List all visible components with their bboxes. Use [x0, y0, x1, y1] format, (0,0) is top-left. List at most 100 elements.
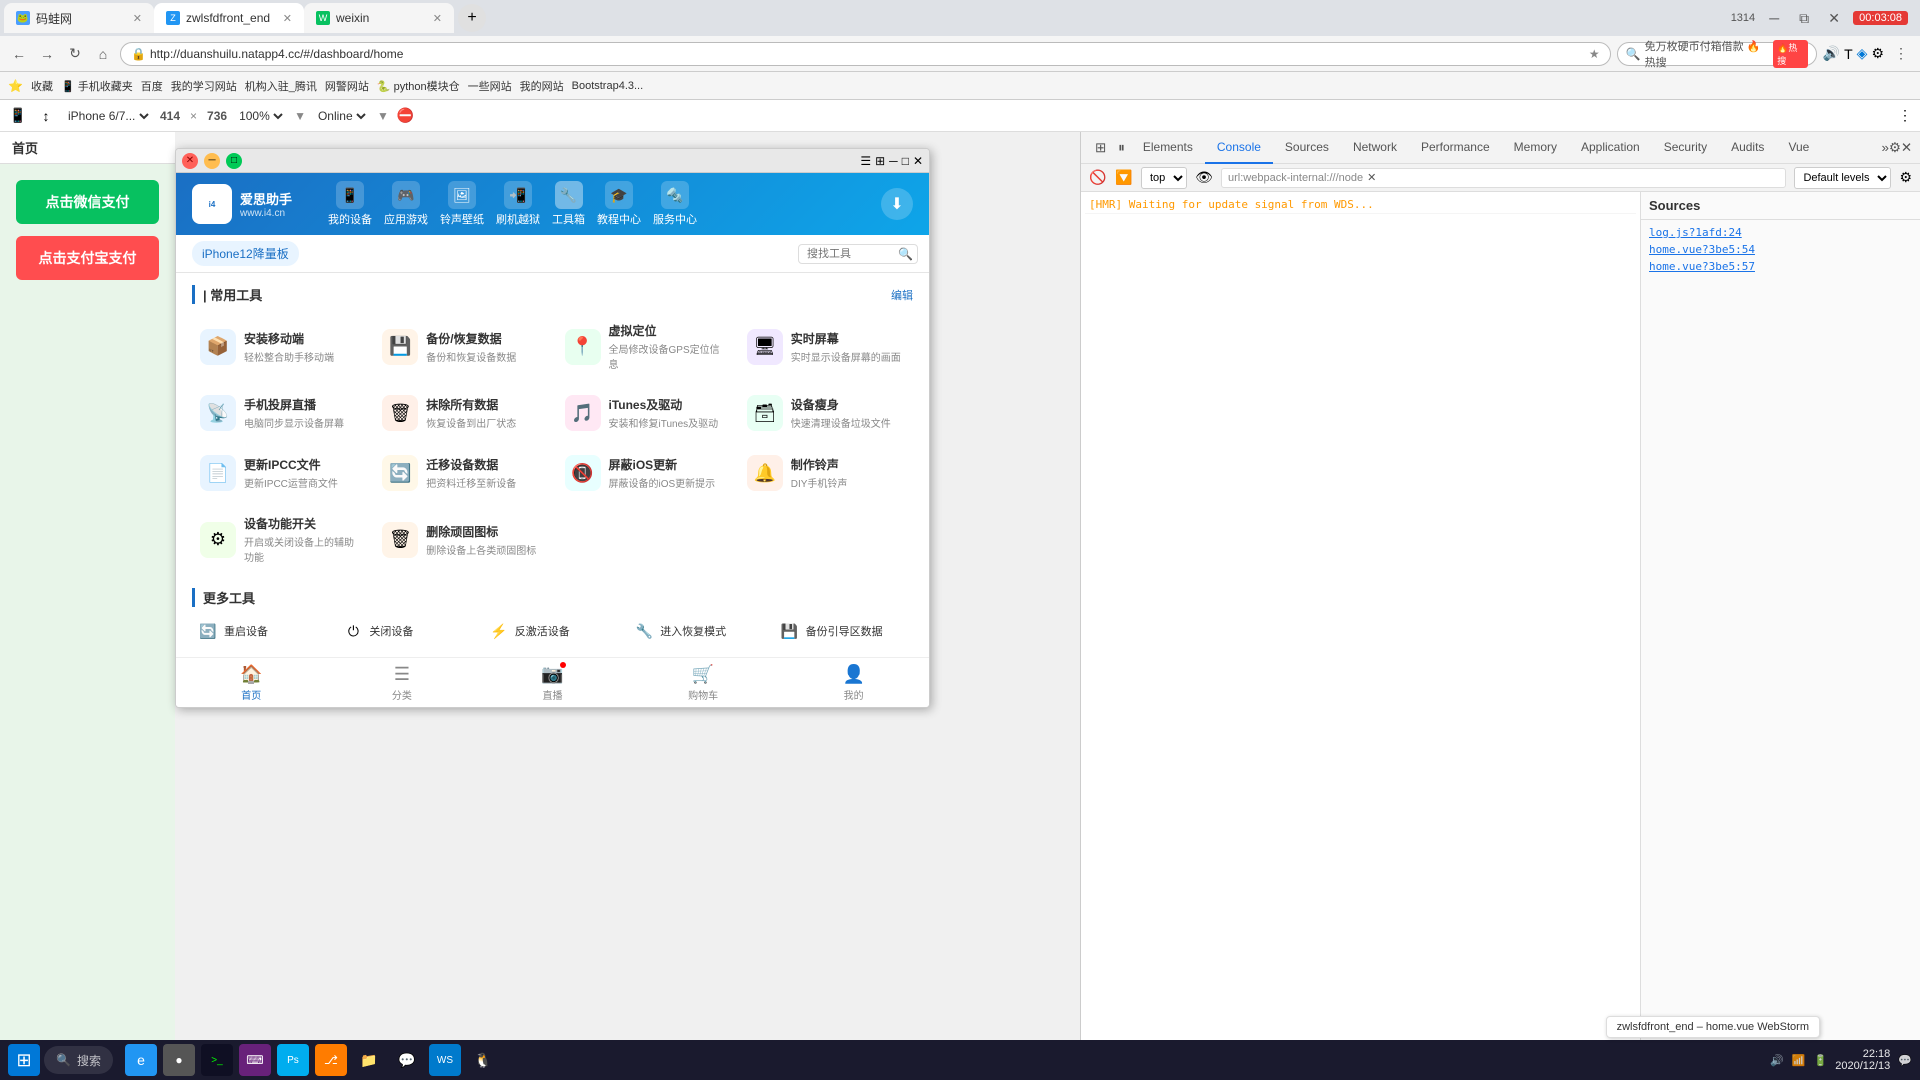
taskbar-clock[interactable]: 22:18 2020/12/13	[1835, 1048, 1890, 1072]
ext-icon-4[interactable]: ⚙	[1871, 45, 1884, 62]
levels-selector[interactable]: Default levels	[1794, 167, 1891, 189]
ext-icon-1[interactable]: 🔊	[1823, 45, 1840, 62]
bottom-nav-category[interactable]: ☰ 分类	[327, 664, 478, 702]
refresh-button[interactable]: ↻	[64, 43, 86, 65]
more-tool-backup-boot[interactable]: 💾 备份引导区数据	[774, 617, 913, 645]
subnav-device-tab[interactable]: iPhone12降量板	[192, 241, 299, 266]
taskbar-app-chrome[interactable]: ●	[163, 1044, 195, 1076]
taskbar-volume-icon[interactable]: 🔊	[1770, 1054, 1784, 1067]
devtools-pause-button[interactable]: ⏸	[1112, 140, 1131, 156]
tool-backup[interactable]: 💾 备份/恢复数据 备份和恢复设备数据	[374, 314, 548, 379]
tool-itunes[interactable]: 🎵 iTunes及驱动 安装和修复iTunes及驱动	[557, 387, 731, 439]
nav-tutorials[interactable]: 🎓 教程中心	[597, 181, 641, 227]
clear-filter-icon[interactable]: ✕	[1367, 171, 1376, 184]
taskbar-app-webstorm[interactable]: WS	[429, 1044, 461, 1076]
bookmark-sites[interactable]: 一些网站	[468, 78, 512, 94]
more-tool-deactivate[interactable]: ⚡ 反激活设备	[483, 617, 622, 645]
forward-button[interactable]: →	[36, 43, 58, 65]
app-minimize-button[interactable]: ─	[204, 153, 220, 169]
bookmark-organ[interactable]: 机构入驻_腾讯	[245, 78, 317, 94]
devtools-tab-performance[interactable]: Performance	[1409, 132, 1502, 164]
taskbar-network-icon[interactable]: 📶	[1792, 1054, 1806, 1067]
devtools-close[interactable]: ✕	[1901, 140, 1912, 156]
devtools-more-tabs[interactable]: »	[1881, 140, 1888, 155]
app-restore-icon[interactable]: □	[902, 154, 909, 168]
nav-service[interactable]: 🔩 服务中心	[653, 181, 697, 227]
tool-del-icons[interactable]: 🗑 删除顽固图标 删除设备上各类顽固图标	[374, 507, 548, 572]
taskbar-search[interactable]: 🔍 搜索	[44, 1046, 113, 1074]
source-link-1[interactable]: home.vue?3be5:54	[1645, 241, 1916, 258]
bookmark-mysite[interactable]: 我的网站	[520, 78, 564, 94]
app-maximize-button[interactable]: □	[226, 153, 242, 169]
more-tool-recovery[interactable]: 🔧 进入恢复模式	[628, 617, 767, 645]
devtools-tab-application[interactable]: Application	[1569, 132, 1652, 164]
taskbar-app-ps[interactable]: Ps	[277, 1044, 309, 1076]
devtools-dock-side[interactable]: ⚙	[1889, 140, 1901, 156]
devtools-tab-audits[interactable]: Audits	[1719, 132, 1776, 164]
tool-ringtone[interactable]: 🔔 制作铃声 DIY手机铃声	[739, 447, 913, 499]
console-filter-button[interactable]: 🔽	[1115, 169, 1133, 187]
bookmark-baidu[interactable]: 百度	[141, 78, 163, 94]
bookmark-study[interactable]: 我的学习网站	[171, 78, 237, 94]
app-minimize-icon[interactable]: ─	[889, 154, 898, 168]
tool-ipcc[interactable]: 📄 更新IPCC文件 更新IPCC运营商文件	[192, 447, 366, 499]
taskbar-app-wechat[interactable]: 💬	[391, 1044, 423, 1076]
devtools-tab-network[interactable]: Network	[1341, 132, 1409, 164]
tool-cast[interactable]: 📡 手机投屏直播 电脑同步显示设备屏幕	[192, 387, 366, 439]
device-rotate[interactable]: ↕	[36, 106, 56, 126]
wechat-pay-button[interactable]: 点击微信支付	[16, 180, 159, 224]
zoom-selector[interactable]: 100%	[235, 108, 286, 124]
app-view-grid-icon[interactable]: ⊞	[875, 154, 885, 168]
tab-close-weixin[interactable]: ✕	[433, 12, 442, 25]
address-star[interactable]: ★	[1589, 47, 1600, 61]
bottom-nav-live[interactable]: 📷 直播	[477, 664, 628, 702]
nav-toolbox[interactable]: 🔧 工具箱	[552, 181, 585, 227]
home-button[interactable]: ⌂	[92, 43, 114, 65]
ext-icon-2[interactable]: T	[1844, 46, 1853, 62]
context-selector[interactable]: top	[1141, 167, 1187, 189]
tab-close-codewa[interactable]: ✕	[133, 12, 142, 25]
tool-screen[interactable]: 🖥 实时屏幕 实时显示设备屏幕的画面	[739, 314, 913, 379]
search-bar[interactable]: 🔍 免万枚硬币付箱借款 🔥热搜 🔥热搜	[1617, 42, 1817, 66]
devtools-settings-icon[interactable]: ⚙	[1899, 169, 1912, 186]
nav-jailbreak[interactable]: 📲 刷机越狱	[496, 181, 540, 227]
taskbar-battery-icon[interactable]: 🔋	[1814, 1054, 1828, 1067]
taskbar-app-git[interactable]: ⎇	[315, 1044, 347, 1076]
eye-icon[interactable]: 👁	[1195, 169, 1213, 187]
devtools-left-toggle[interactable]: ⊞	[1089, 140, 1112, 156]
tool-erase[interactable]: 🗑 抹除所有数据 恢复设备到出厂状态	[374, 387, 548, 439]
tool-migrate[interactable]: 🔄 迁移设备数据 把资料迁移至新设备	[374, 447, 548, 499]
bottom-nav-cart[interactable]: 🛒 购物车	[628, 664, 779, 702]
nav-apps[interactable]: 🎮 应用游戏	[384, 181, 428, 227]
app-view-list-icon[interactable]: ☰	[860, 154, 871, 168]
window-close[interactable]: ✕	[1823, 7, 1845, 29]
tool-features[interactable]: ⚙ 设备功能开关 开启或关闭设备上的辅助功能	[192, 507, 366, 572]
more-tool-reboot[interactable]: 🔄 重启设备	[192, 617, 331, 645]
taskbar-app-qq[interactable]: 🐧	[467, 1044, 499, 1076]
tool-install-mobile[interactable]: 📦 安装移动端 轻松整合助手移动端	[192, 314, 366, 379]
no-throttle-button[interactable]: ⛔	[397, 107, 414, 124]
taskbar-app-ie[interactable]: e	[125, 1044, 157, 1076]
download-button[interactable]: ⬇	[881, 188, 913, 220]
taskbar-app-file[interactable]: 📁	[353, 1044, 385, 1076]
taskbar-notification-icon[interactable]: 💬	[1898, 1054, 1912, 1067]
bookmark-collect[interactable]: 收藏	[31, 78, 53, 94]
edit-common-tools[interactable]: 编辑	[891, 287, 913, 303]
source-link-0[interactable]: log.js?1afd:24	[1645, 224, 1916, 241]
address-bar[interactable]: 🔒 http://duanshuilu.natapp4.cc/#/dashboa…	[120, 42, 1611, 66]
devtools-tab-memory[interactable]: Memory	[1502, 132, 1569, 164]
devtools-tab-console[interactable]: Console	[1205, 132, 1273, 164]
nav-my-device[interactable]: 📱 我的设备	[328, 181, 372, 227]
taskbar-app-vs[interactable]: ⌨	[239, 1044, 271, 1076]
network-selector[interactable]: Online	[314, 108, 369, 124]
tab-close-zwls[interactable]: ✕	[283, 12, 292, 25]
bookmark-python[interactable]: 🐍 python模块仓	[377, 78, 460, 94]
bookmark-bootstrap[interactable]: Bootstrap4.3...	[572, 80, 644, 92]
taskbar-app-1[interactable]: >_	[201, 1044, 233, 1076]
window-minimize[interactable]: ─	[1763, 7, 1785, 29]
devtools-tab-sources[interactable]: Sources	[1273, 132, 1341, 164]
tool-block-update[interactable]: 📵 屏蔽iOS更新 屏蔽设备的iOS更新提示	[557, 447, 731, 499]
tool-location[interactable]: 📍 虚拟定位 全局修改设备GPS定位信息	[557, 314, 731, 379]
console-filter-input[interactable]: url:webpack-internal:///node ✕	[1221, 168, 1786, 188]
devtools-tab-elements[interactable]: Elements	[1131, 132, 1205, 164]
